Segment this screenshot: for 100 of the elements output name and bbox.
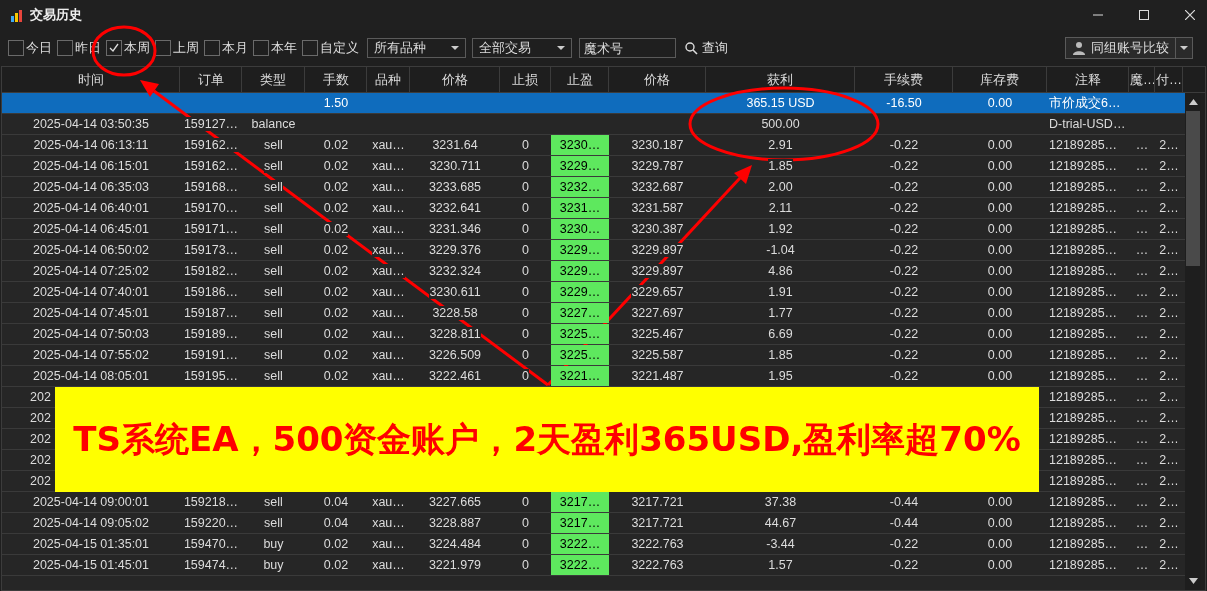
table-cell: 12189285… bbox=[1049, 201, 1118, 215]
table-cell: 0 bbox=[522, 327, 529, 341]
checkbox-label[interactable]: 本月 bbox=[222, 39, 248, 57]
column-header[interactable]: 价格 bbox=[410, 67, 500, 92]
table-cell: 159168… bbox=[183, 180, 239, 194]
table-cell: 2… bbox=[1159, 495, 1179, 509]
table-cell: 0 bbox=[522, 516, 529, 530]
compare-accounts-button[interactable]: 同组账号比较 bbox=[1066, 38, 1176, 58]
checkbox[interactable] bbox=[106, 40, 122, 56]
table-cell: 159474… bbox=[183, 558, 239, 572]
checkbox[interactable] bbox=[302, 40, 318, 56]
table-cell: 2.11 bbox=[768, 201, 793, 215]
table-cell: 0.00 bbox=[987, 537, 1013, 551]
column-header[interactable]: 价格 bbox=[609, 67, 706, 92]
table-cell: sell bbox=[264, 222, 283, 236]
table-cell: 2025-04-14 07:50:03 bbox=[32, 327, 150, 341]
table-cell: 3222.461 bbox=[428, 369, 482, 383]
table-cell: 159170… bbox=[183, 201, 239, 215]
table-cell: 0.02 bbox=[323, 159, 349, 173]
table-cell: -0.44 bbox=[889, 495, 919, 509]
table-cell: 3225… bbox=[551, 324, 609, 344]
close-icon[interactable] bbox=[1185, 10, 1195, 20]
table-cell: 159191… bbox=[183, 348, 239, 362]
column-header[interactable]: 付… bbox=[1155, 67, 1183, 92]
column-header[interactable]: 注释 bbox=[1047, 67, 1129, 92]
table-cell: 2025-04-14 06:45:01 bbox=[32, 222, 150, 236]
table-cell: 3228.58 bbox=[432, 306, 478, 320]
column-header[interactable]: 手续费 bbox=[855, 67, 953, 92]
caption-text: TS系统EA，500资金账户，2天盈利365USD,盈利率超70% bbox=[73, 417, 1021, 461]
table-cell: 3229.897 bbox=[631, 243, 684, 257]
table-cell: 3230… bbox=[551, 219, 609, 239]
summary-row[interactable]: 1.50 365.15 USD -16.50 0.00 市价成交6… bbox=[2, 93, 1185, 114]
table-cell: 0.02 bbox=[323, 222, 349, 236]
scroll-up-icon[interactable] bbox=[1188, 99, 1198, 105]
checkbox-label[interactable]: 今日 bbox=[26, 39, 52, 57]
table-cell: 3221.487 bbox=[631, 369, 684, 383]
table-cell: 202 bbox=[30, 474, 51, 488]
table-cell: 0.00 bbox=[987, 285, 1013, 299]
query-button[interactable]: 查询 bbox=[683, 39, 730, 57]
symbol-dropdown[interactable]: 所有品种 bbox=[367, 38, 466, 58]
column-header[interactable]: 品种 bbox=[367, 67, 410, 92]
scroll-down-icon[interactable] bbox=[1188, 578, 1198, 584]
column-header[interactable]: 订单 bbox=[180, 67, 242, 92]
table-cell: sell bbox=[264, 243, 283, 257]
table-cell: 12189285… bbox=[1049, 180, 1118, 194]
column-header[interactable]: 止盈 bbox=[551, 67, 609, 92]
checkbox-label[interactable]: 上周 bbox=[173, 39, 199, 57]
table-cell: 0.00 bbox=[987, 264, 1013, 278]
column-header[interactable]: 类型 bbox=[242, 67, 305, 92]
table-cell: 2… bbox=[1159, 558, 1179, 572]
deal-dropdown[interactable]: 全部交易 bbox=[472, 38, 572, 58]
checkbox[interactable] bbox=[57, 40, 73, 56]
column-header[interactable]: 获利 bbox=[706, 67, 855, 92]
table-cell: 2025-04-14 07:55:02 bbox=[32, 348, 150, 362]
table-cell: sell bbox=[264, 306, 283, 320]
caret-icon bbox=[451, 46, 459, 50]
table-cell: sell bbox=[264, 180, 283, 194]
table-cell: 0.00 bbox=[987, 138, 1013, 152]
table-cell: 2025-04-14 08:05:01 bbox=[32, 369, 150, 383]
table-cell: buy bbox=[263, 537, 284, 551]
checkbox-label[interactable]: 本周 bbox=[124, 39, 150, 57]
maximize-icon[interactable] bbox=[1139, 10, 1149, 20]
dropdown-button[interactable] bbox=[1176, 38, 1192, 58]
table-cell: 0.02 bbox=[323, 138, 349, 152]
checkbox[interactable] bbox=[204, 40, 220, 56]
magic-number-field[interactable]: 魔术号 bbox=[579, 38, 676, 58]
column-header[interactable]: 止损 bbox=[500, 67, 551, 92]
table-cell: 2025-04-15 01:45:01 bbox=[32, 558, 150, 572]
table-cell: 0.02 bbox=[323, 201, 349, 215]
table-cell: -0.22 bbox=[889, 222, 919, 236]
table-cell: -0.22 bbox=[889, 306, 919, 320]
table-cell: 12189285… bbox=[1049, 138, 1118, 152]
checkbox-label[interactable]: 本年 bbox=[271, 39, 297, 57]
table-cell: 2025-04-14 03:50:35 bbox=[32, 117, 150, 131]
column-header[interactable]: 魔… bbox=[1129, 67, 1155, 92]
table-cell: 2… bbox=[1159, 516, 1179, 530]
table-cell: 3230.387 bbox=[631, 222, 684, 236]
table-cell: 3229.897 bbox=[631, 264, 684, 278]
checkbox[interactable] bbox=[8, 40, 24, 56]
checkbox[interactable] bbox=[155, 40, 171, 56]
table-cell: 3217.721 bbox=[631, 516, 684, 530]
table-cell: 2… bbox=[1159, 390, 1179, 404]
table-cell: 0 bbox=[522, 222, 529, 236]
table-cell: 3232.641 bbox=[428, 201, 482, 215]
column-header[interactable]: 手数 bbox=[305, 67, 367, 92]
table-cell: 202 bbox=[30, 411, 51, 425]
table-cell: 159220… bbox=[183, 516, 239, 530]
checkbox[interactable] bbox=[253, 40, 269, 56]
table-cell: 3230.611 bbox=[429, 285, 481, 299]
table-cell: sell bbox=[264, 516, 283, 530]
table-cell: 0.02 bbox=[323, 348, 349, 362]
table-cell: sell bbox=[264, 201, 283, 215]
table-cell: 2025-04-14 09:05:02 bbox=[32, 516, 150, 530]
table-cell: 202 bbox=[30, 432, 51, 446]
column-header[interactable]: 库存费 bbox=[953, 67, 1047, 92]
table-cell: 12189285… bbox=[1049, 474, 1118, 488]
table-cell: 3221.979 bbox=[428, 558, 482, 572]
checkbox-label[interactable]: 自定义 bbox=[320, 39, 359, 57]
table-cell: 12189285… bbox=[1049, 516, 1118, 530]
table-cell: 0 bbox=[522, 285, 529, 299]
